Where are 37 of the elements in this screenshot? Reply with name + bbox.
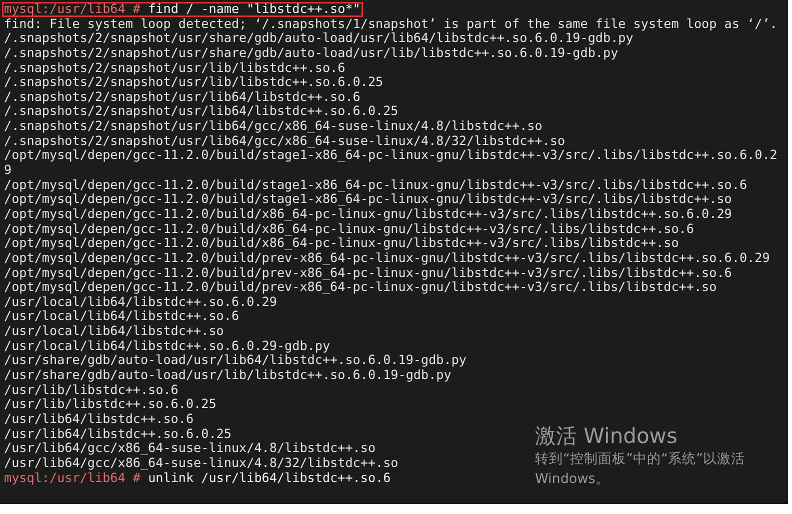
- output-line: /opt/mysql/depen/gcc-11.2.0/build/prev-x86_64-pc-linux-gnu/libstdc++-v3/src/.libs/libstdc++.so.6.0.29: [4, 250, 770, 266]
- output-line: /.snapshots/2/snapshot/usr/lib64/libstdc++.so.6: [4, 90, 360, 104]
- output-line: /opt/mysql/depen/gcc-11.2.0/build/x86_64-pc-linux-gnu/libstdc++-v3/src/.libs/libstdc++.so.6: [4, 222, 694, 236]
- output-line: /.snapshots/2/snapshot/usr/lib/libstdc++.so.6.0.25: [4, 75, 384, 90]
- output-line: /usr/local/lib64/libstdc++.so.6.0.29: [4, 294, 277, 310]
- output-line: /opt/mysql/depen/gcc-11.2.0/build/prev-x86_64-pc-linux-gnu/libstdc++-v3/src/.libs/libstdc++.so: [4, 280, 717, 295]
- output-line: /usr/lib64/gcc/x86_64-suse-linux/4.8/32/libstdc++.so: [4, 456, 398, 470]
- output-line: /opt/mysql/depen/gcc-11.2.0/build/stage1-x86_64-pc-linux-gnu/libstdc++-v3/src/.libs/libstdc++.so.6.0.2: [4, 148, 778, 164]
- output-line: /.snapshots/2/snapshot/usr/lib/libstdc++.so.6: [4, 60, 346, 76]
- output-line: /usr/local/lib64/libstdc++.so.6.0.29-gdb.py: [4, 338, 330, 354]
- activation-title: 激活 Windows: [535, 423, 678, 449]
- output-line: /usr/share/gdb/auto-load/usr/lib64/libstdc++.so.6.0.19-gdb.py: [4, 353, 467, 368]
- output-line: /usr/lib/libstdc++.so.6.0.25: [4, 397, 216, 412]
- output-line: /usr/lib64/libstdc++.so.6.0.25: [4, 426, 232, 442]
- output-line: /.snapshots/2/snapshot/usr/lib64/gcc/x86_64-suse-linux/4.8/libstdc++.so: [4, 119, 542, 134]
- command-text: find / -name "libstdc++.so*": [148, 2, 360, 17]
- output-line: /usr/local/lib64/libstdc++.so.6: [4, 309, 240, 324]
- output-line: /usr/lib64/libstdc++.so.6: [4, 412, 194, 427]
- output-line: /opt/mysql/depen/gcc-11.2.0/build/stage1-x86_64-pc-linux-gnu/libstdc++-v3/src/.libs/libstdc++.so.6: [4, 178, 748, 192]
- output-line: /.snapshots/2/snapshot/usr/share/gdb/auto-load/usr/lib/libstdc++.so.6.0.19-gdb.py: [4, 46, 618, 61]
- output-line: /opt/mysql/depen/gcc-11.2.0/build/x86_64-pc-linux-gnu/libstdc++-v3/src/.libs/libstdc++.so.6.0.29: [4, 206, 732, 222]
- output-line: /opt/mysql/depen/gcc-11.2.0/build/stage1-x86_64-pc-linux-gnu/libstdc++-v3/src/.libs/libstdc++.so: [4, 192, 732, 207]
- output-line: /usr/lib64/gcc/x86_64-suse-linux/4.8/libstdc++.so: [4, 441, 376, 456]
- output-line: find: File system loop detected; ‘/.snapshots/1/snapshot’ is part of the same file system loop as ‘/’.: [4, 16, 778, 32]
- output-line: /.snapshots/2/snapshot/usr/lib64/libstdc++.so.6.0.25: [4, 104, 398, 120]
- output-line: /.snapshots/2/snapshot/usr/lib64/gcc/x86_64-suse-linux/4.8/32/libstdc++.so: [4, 134, 566, 148]
- output-line: /opt/mysql/depen/gcc-11.2.0/build/x86_64-pc-linux-gnu/libstdc++-v3/src/.libs/libstdc++.so: [4, 236, 679, 251]
- output-line: 9: [4, 163, 12, 178]
- shell-prompt: mysql:/usr/lib64 #: [4, 470, 140, 486]
- output-line: /opt/mysql/depen/gcc-11.2.0/build/prev-x86_64-pc-linux-gnu/libstdc++-v3/src/.libs/libstdc++.so.6: [4, 266, 732, 280]
- command-text: unlink /usr/lib64/libstdc++.so.6: [148, 470, 391, 486]
- output-line: /usr/share/gdb/auto-load/usr/lib/libstdc++.so.6.0.19-gdb.py: [4, 368, 452, 383]
- output-line: /.snapshots/2/snapshot/usr/share/gdb/auto-load/usr/lib64/libstdc++.so.6.0.19-gdb.py: [4, 31, 634, 46]
- output-line: /usr/local/lib64/libstdc++.so: [4, 324, 224, 339]
- shell-prompt: mysql:/usr/lib64 #: [4, 2, 140, 17]
- activation-message: 转到“控制面板”中的“系统”以激活 Windows。: [535, 450, 746, 489]
- output-line: /usr/lib/libstdc++.so.6: [4, 382, 178, 398]
